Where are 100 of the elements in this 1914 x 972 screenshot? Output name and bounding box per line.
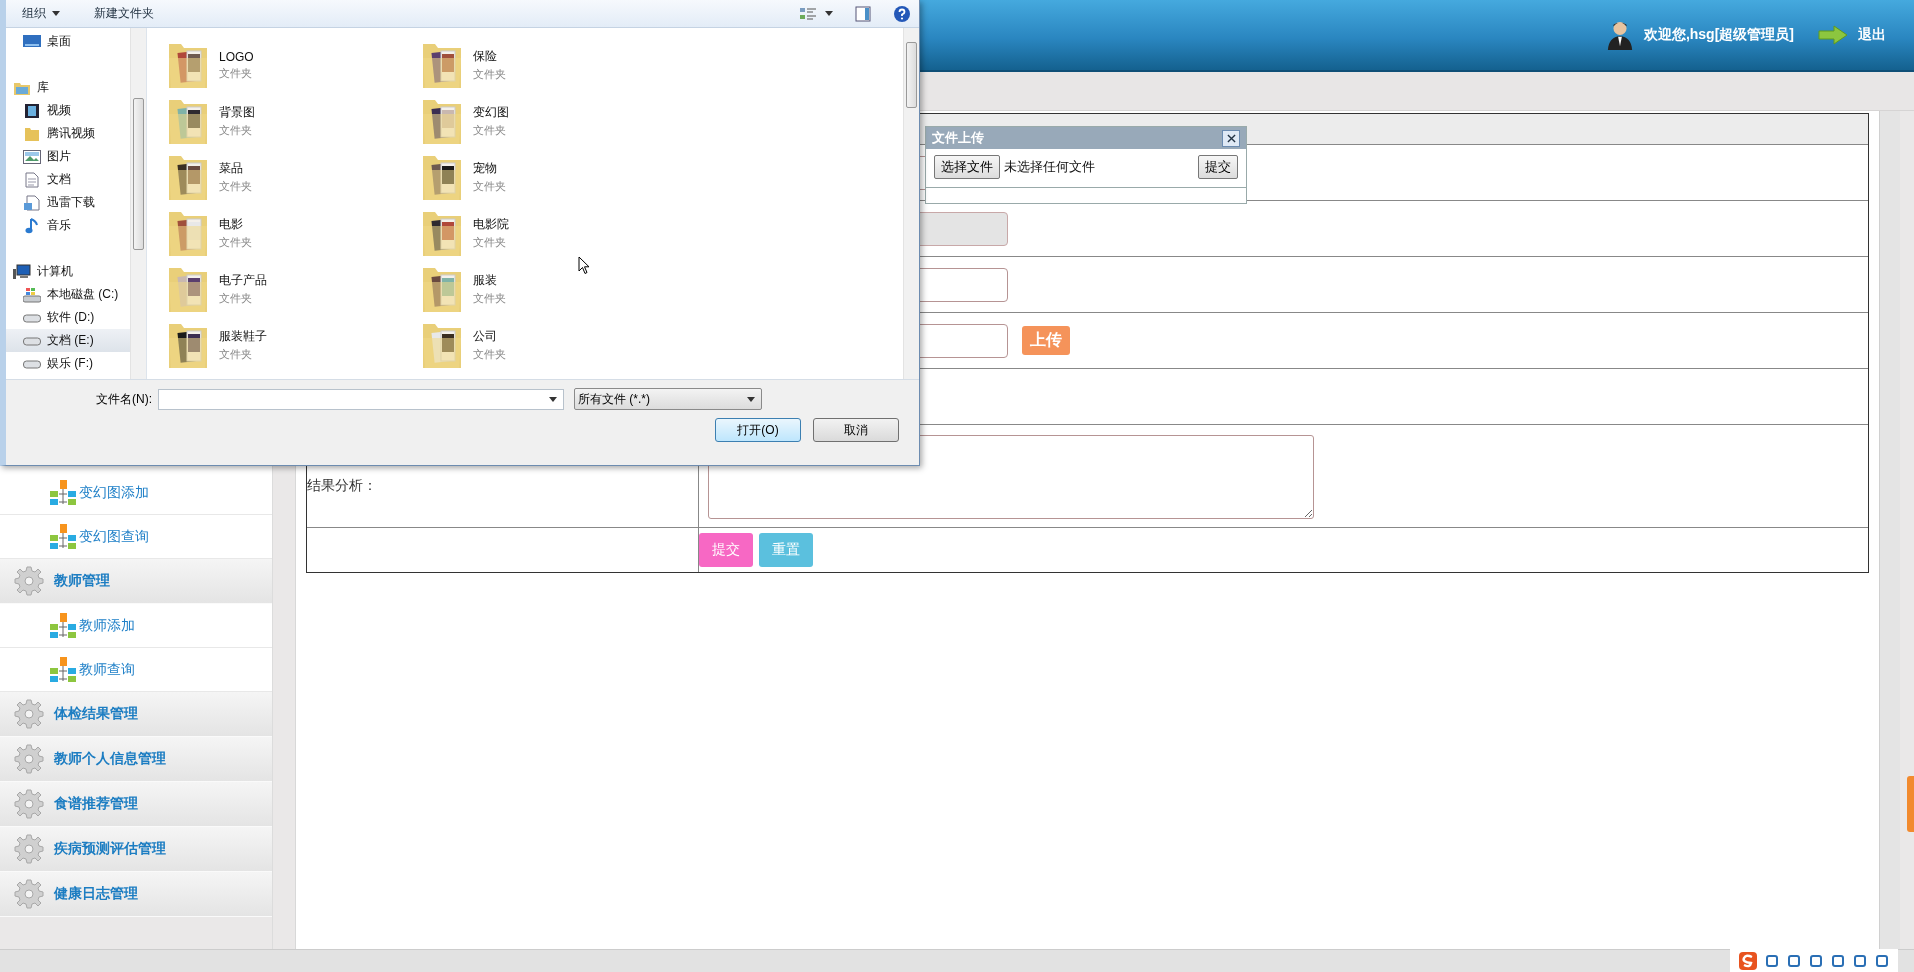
tool-icon[interactable] <box>1852 953 1868 969</box>
folder-icon <box>24 125 40 142</box>
folder-type: 文件夹 <box>473 123 507 138</box>
scrollbar[interactable] <box>130 28 146 379</box>
cancel-button[interactable]: 取消 <box>813 418 899 442</box>
folder-name: 电子产品 <box>219 272 267 289</box>
document-icon <box>25 171 39 188</box>
folder-item[interactable]: 宠物 文件夹 <box>421 149 675 205</box>
menu-group[interactable]: 食谱推荐管理 <box>0 782 272 827</box>
menu-group[interactable]: 疾病预测评估管理 <box>0 827 272 872</box>
nav-item[interactable]: 文档 <box>6 168 130 191</box>
menu-item[interactable]: 教师查询 <box>0 648 272 692</box>
folder-name: 菜品 <box>219 160 244 177</box>
folder-name: LOGO <box>219 49 254 64</box>
folder-type: 文件夹 <box>473 347 506 362</box>
welcome-text: 欢迎您,hsg[超级管理员] <box>1643 26 1794 44</box>
nav-item[interactable]: 桌面 <box>6 30 130 53</box>
nav-item[interactable]: 迅雷下载 <box>6 191 130 214</box>
menu-group[interactable]: 教师个人信息管理 <box>0 737 272 782</box>
folder-type: 文件夹 <box>473 291 506 306</box>
nav-item[interactable]: 本地磁盘 (C:) <box>6 283 130 306</box>
folder-item[interactable]: 电影院 文件夹 <box>421 205 675 261</box>
menu-item[interactable]: 变幻图添加 <box>0 471 272 515</box>
folder-item[interactable]: 保险 文件夹 <box>421 37 675 93</box>
folder-name: 电影院 <box>473 216 509 233</box>
folder-type: 文件夹 <box>473 67 506 82</box>
tool-icon[interactable] <box>1874 953 1890 969</box>
folder-name: 保险 <box>473 48 498 65</box>
menu-group[interactable]: 教师管理 <box>0 559 272 604</box>
hierarchy-icon <box>50 656 76 683</box>
gear-icon <box>14 834 44 864</box>
folder-type: 文件夹 <box>219 179 252 194</box>
folder-item[interactable]: LOGO 文件夹 <box>167 37 421 93</box>
hierarchy-icon <box>50 479 76 506</box>
folder-type: 文件夹 <box>473 235 507 250</box>
folder-name: 电影 <box>219 216 244 233</box>
nav-item[interactable]: 腾讯视频 <box>6 122 130 145</box>
close-icon <box>1226 133 1236 143</box>
scrollbar[interactable] <box>903 28 919 379</box>
drive-icon <box>23 286 41 303</box>
caret-icon[interactable] <box>825 11 833 16</box>
drive-icon <box>23 312 41 323</box>
nav-item[interactable]: 计算机 <box>6 260 130 283</box>
submit-button[interactable]: 提交 <box>1198 155 1238 179</box>
picture-icon <box>23 149 41 164</box>
arrow-right-icon <box>1818 25 1848 45</box>
nav-item[interactable]: 库 <box>6 76 130 99</box>
folder-type: 文件夹 <box>473 179 506 194</box>
folder-name: 服装鞋子 <box>219 328 267 345</box>
gear-icon <box>14 699 44 729</box>
close-button[interactable] <box>1222 129 1240 147</box>
hierarchy-icon <box>50 523 76 550</box>
menu-group[interactable]: 体检结果管理 <box>0 692 272 737</box>
organize-menu[interactable]: 组织 <box>16 3 66 24</box>
hierarchy-icon <box>50 612 76 639</box>
menu-item[interactable]: 变幻图查询 <box>0 515 272 559</box>
folder-item[interactable]: 背景图 文件夹 <box>167 93 421 149</box>
nav-item[interactable]: 娱乐 (F:) <box>6 352 130 375</box>
folder-item[interactable]: 服装 文件夹 <box>421 261 675 317</box>
new-folder-button[interactable]: 新建文件夹 <box>88 3 160 24</box>
folder-item[interactable]: 菜品 文件夹 <box>167 149 421 205</box>
nav-item[interactable]: 图片 <box>6 145 130 168</box>
mouse-cursor-icon <box>578 256 590 275</box>
nav-item[interactable]: 音乐 <box>6 214 130 237</box>
view-list-icon[interactable] <box>799 5 817 22</box>
gear-icon <box>14 789 44 819</box>
folder-name: 服装 <box>473 272 498 289</box>
nav-item[interactable]: 视频 <box>6 99 130 122</box>
dialog-title: 文件上传 <box>932 129 984 147</box>
tool-icon[interactable] <box>1830 953 1846 969</box>
tool-icon[interactable] <box>1808 953 1824 969</box>
choose-file-button[interactable]: 选择文件 <box>934 155 1000 179</box>
logout-link[interactable]: 退出 <box>1858 26 1886 44</box>
nav-item[interactable]: 软件 (D:) <box>6 306 130 329</box>
caret-icon <box>747 396 755 402</box>
tool-icon[interactable] <box>1764 953 1780 969</box>
caret-icon[interactable] <box>549 396 557 402</box>
drive-icon <box>23 335 41 346</box>
gear-icon <box>14 566 44 596</box>
help-icon[interactable] <box>893 4 911 23</box>
folder-item[interactable]: 服装鞋子 文件夹 <box>167 317 421 373</box>
scrollbar[interactable] <box>1879 111 1900 949</box>
folder-item[interactable]: 变幻图 文件夹 <box>421 93 675 149</box>
film-icon <box>24 102 40 119</box>
file-status-text: 未选择任何文件 <box>1004 158 1095 176</box>
folder-type: 文件夹 <box>219 235 252 250</box>
menu-item[interactable]: 教师添加 <box>0 604 272 648</box>
preview-pane-icon[interactable] <box>855 5 871 22</box>
drive-icon <box>23 358 41 369</box>
folder-name: 背景图 <box>219 104 255 121</box>
gear-icon <box>14 744 44 774</box>
open-button[interactable]: 打开(O) <box>715 418 801 442</box>
file-name-field[interactable] <box>158 388 564 410</box>
folder-item[interactable]: 电影 文件夹 <box>167 205 421 261</box>
nav-item[interactable]: 文档 (E:) <box>6 329 130 352</box>
menu-group[interactable]: 健康日志管理 <box>0 872 272 917</box>
folder-item[interactable]: 公司 文件夹 <box>421 317 675 373</box>
tool-icon[interactable] <box>1786 953 1802 969</box>
folder-item[interactable]: 电子产品 文件夹 <box>167 261 421 317</box>
file-type-dropdown[interactable]: 所有文件 (*.*) <box>574 388 762 410</box>
